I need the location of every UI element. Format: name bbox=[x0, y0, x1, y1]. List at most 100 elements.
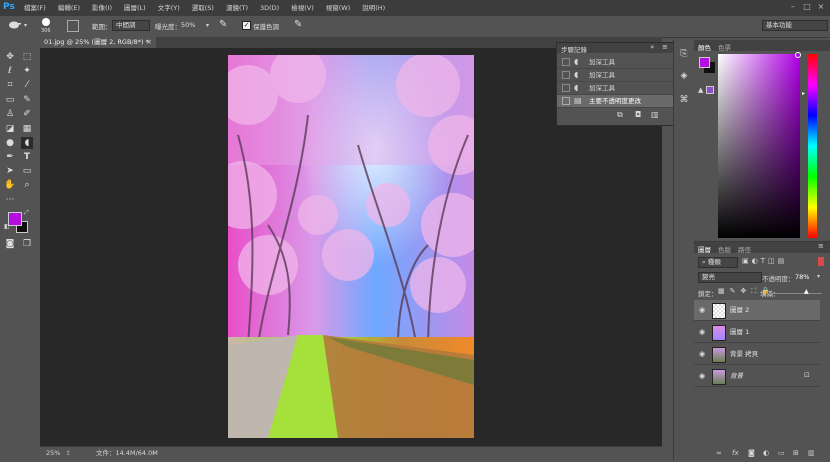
history-item[interactable]: ◖ 加深工具 bbox=[557, 82, 673, 95]
menu-image[interactable]: 影像(I) bbox=[92, 0, 112, 16]
layer-filter-select[interactable]: ⌕ 種類 bbox=[698, 257, 738, 268]
eye-icon[interactable]: ◉ bbox=[699, 372, 705, 380]
panel-menu-icon[interactable]: ≡ bbox=[818, 242, 824, 250]
chevron-right-icon[interactable]: › bbox=[152, 447, 155, 460]
swatches-tab[interactable]: 色票 bbox=[718, 42, 731, 52]
zoom-level[interactable]: 25% bbox=[46, 447, 60, 460]
menu-edit[interactable]: 編輯(E) bbox=[58, 0, 80, 16]
adjustments-panel-icon[interactable]: ◈ bbox=[678, 70, 690, 82]
hue-slider[interactable] bbox=[808, 54, 817, 238]
healing-brush-icon[interactable]: ▭ bbox=[4, 94, 16, 106]
layer-row-layer2[interactable]: ◉ 圖層 2 bbox=[694, 300, 820, 321]
menu-view[interactable]: 檢視(V) bbox=[291, 0, 314, 16]
gamut-swatch[interactable] bbox=[706, 86, 714, 94]
new-document-from-state-icon[interactable]: ⧉ bbox=[617, 110, 623, 120]
menu-layer[interactable]: 圖層(L) bbox=[124, 0, 146, 16]
type-tool-icon[interactable]: T bbox=[21, 151, 33, 163]
eyedropper-icon[interactable]: ⁄ bbox=[21, 79, 33, 91]
mask-icon[interactable]: ◙ bbox=[748, 449, 755, 457]
menu-3d[interactable]: 3D(D) bbox=[260, 0, 279, 16]
screen-mode-icon[interactable]: ❐ bbox=[21, 238, 33, 250]
color-picker-marker[interactable] bbox=[795, 52, 801, 58]
history-tab[interactable]: 步驟記錄 bbox=[561, 44, 587, 54]
opacity-slider-track[interactable] bbox=[766, 293, 822, 294]
cherry-blossom-photo[interactable] bbox=[228, 55, 474, 438]
crop-tool-icon[interactable]: ⌗ bbox=[4, 79, 16, 91]
camera-icon[interactable]: ◘ bbox=[635, 110, 641, 119]
group-folder-icon[interactable]: ▭ bbox=[778, 449, 785, 457]
gradient-icon[interactable]: ▦ bbox=[21, 123, 33, 135]
trash-icon[interactable]: ▥ bbox=[651, 110, 659, 119]
hand-tool-icon[interactable]: ✋ bbox=[4, 179, 16, 191]
move-tool-icon[interactable]: ✥ bbox=[4, 51, 16, 63]
channels-tab[interactable]: 色版 bbox=[718, 244, 731, 254]
history-item[interactable]: ◖ 加深工具 bbox=[557, 56, 673, 69]
chevron-down-icon[interactable]: ▾ bbox=[817, 273, 820, 280]
quick-mask-icon[interactable]: ◙ bbox=[4, 238, 16, 250]
chevron-down-icon[interactable]: ▾ bbox=[24, 22, 27, 29]
close-tab-icon[interactable]: × bbox=[146, 37, 152, 48]
layer-row-background-copy[interactable]: ◉ 背景 拷貝 bbox=[694, 344, 820, 365]
lasso-tool-icon[interactable]: ℓ bbox=[4, 65, 16, 77]
history-panel-icon[interactable]: ⎘ bbox=[678, 48, 690, 60]
burn-tool-icon[interactable]: ◖ bbox=[21, 137, 33, 149]
brush-panel-icon[interactable] bbox=[67, 20, 79, 32]
brush-tool-icon[interactable]: ✎ bbox=[21, 94, 33, 106]
blur-tool-icon[interactable]: ● bbox=[4, 137, 16, 149]
layers-tab[interactable]: 圖層 bbox=[698, 244, 711, 254]
menu-file[interactable]: 檔案(F) bbox=[24, 0, 46, 16]
pen-tool-icon[interactable]: ✒ bbox=[4, 151, 16, 163]
menu-select[interactable]: 選取(S) bbox=[192, 0, 214, 16]
swap-colors-icon[interactable]: ⤢ bbox=[24, 209, 29, 217]
foreground-color-swatch[interactable] bbox=[699, 57, 710, 68]
trash-icon[interactable]: ▥ bbox=[808, 449, 815, 457]
maximize-icon[interactable]: □ bbox=[803, 3, 811, 11]
pressure-icon[interactable]: ✎ bbox=[294, 19, 302, 30]
exposure-value[interactable]: 50% bbox=[181, 21, 195, 29]
burn-tool-preset-icon[interactable] bbox=[8, 20, 22, 30]
menu-filter[interactable]: 濾鏡(T) bbox=[226, 0, 248, 16]
default-colors-icon[interactable]: ◧ bbox=[4, 223, 10, 230]
opacity-value[interactable]: 78% bbox=[795, 273, 809, 281]
opacity-slider-handle[interactable]: ▲ bbox=[804, 288, 809, 295]
protect-tones-checkbox[interactable]: ✓ bbox=[242, 21, 251, 30]
eye-icon[interactable]: ◉ bbox=[699, 306, 705, 314]
history-brush-icon[interactable]: ✐ bbox=[21, 108, 33, 120]
new-layer-icon[interactable]: ⊞ bbox=[793, 449, 799, 457]
brush-size-icon[interactable] bbox=[40, 17, 52, 27]
panel-menu-icon[interactable]: ≡ bbox=[662, 43, 668, 51]
filter-icons[interactable]: ▣◐T◫▤ bbox=[742, 257, 787, 265]
layer-row-background[interactable]: ◉ 背景 ⊡ bbox=[694, 366, 820, 387]
history-item-selected[interactable]: ▤ 主要不透明度更改 bbox=[557, 95, 673, 108]
airbrush-icon[interactable]: ✎ bbox=[219, 19, 227, 30]
filter-toggle[interactable] bbox=[818, 257, 824, 266]
eye-icon[interactable]: ◉ bbox=[699, 328, 705, 336]
clone-stamp-icon[interactable]: ♙ bbox=[4, 108, 16, 120]
history-item[interactable]: ◖ 加深工具 bbox=[557, 69, 673, 82]
adjustment-layer-icon[interactable]: ◐ bbox=[763, 449, 769, 457]
quick-select-icon[interactable]: ✦ bbox=[21, 65, 33, 77]
close-icon[interactable]: × bbox=[817, 3, 825, 11]
marquee-tool-icon[interactable]: ⬚ bbox=[21, 51, 33, 63]
blend-mode-select[interactable]: 變亮 bbox=[698, 272, 762, 283]
hue-slider-handle[interactable]: ▸ bbox=[802, 90, 805, 97]
document-tab[interactable]: 01.jpg @ 25% (圖層 2, RGB/8*) * bbox=[40, 37, 156, 48]
link-layers-icon[interactable]: ∞ bbox=[716, 449, 722, 457]
eye-icon[interactable]: ◉ bbox=[699, 350, 705, 358]
color-tab[interactable]: 顏色 bbox=[698, 42, 711, 52]
menu-help[interactable]: 說明(H) bbox=[362, 0, 385, 16]
menu-type[interactable]: 文字(Y) bbox=[158, 0, 180, 16]
collapse-icon[interactable]: » bbox=[650, 43, 654, 51]
rectangle-tool-icon[interactable]: ▭ bbox=[21, 165, 33, 177]
menu-window[interactable]: 視窗(W) bbox=[326, 0, 351, 16]
color-field[interactable] bbox=[718, 54, 800, 238]
chevron-down-icon[interactable]: ▾ bbox=[206, 22, 209, 29]
zoom-tool-icon[interactable]: ⌕ bbox=[21, 179, 33, 191]
more-tools-icon[interactable]: ··· bbox=[4, 194, 16, 206]
paths-tab[interactable]: 路徑 bbox=[738, 244, 751, 254]
foreground-color-swatch[interactable] bbox=[8, 212, 22, 226]
fx-icon[interactable]: fx bbox=[732, 449, 739, 457]
workspace-select[interactable]: 基本功能 bbox=[762, 20, 828, 31]
eraser-icon[interactable]: ◪ bbox=[4, 123, 16, 135]
share-icon[interactable]: ⇪ bbox=[66, 447, 71, 460]
